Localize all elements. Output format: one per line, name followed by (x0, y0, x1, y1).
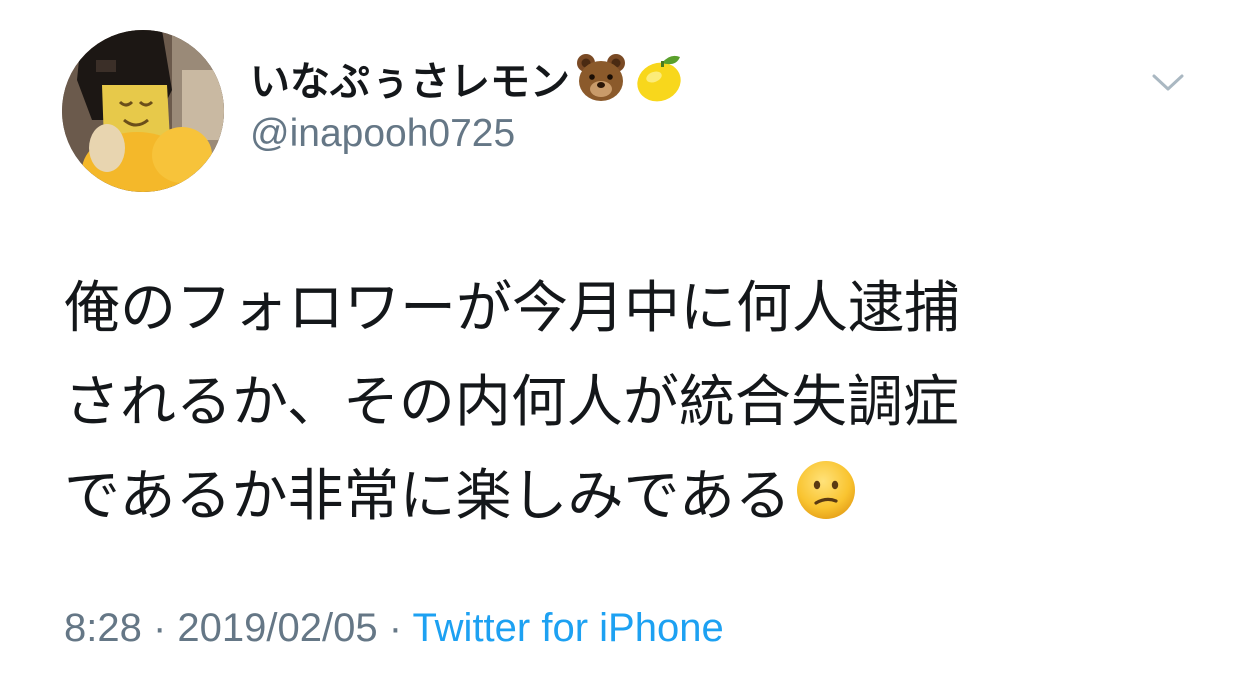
tweet-date[interactable]: 2019/02/05 (177, 606, 377, 650)
tweet-text-line: であるか非常に楽しみである (64, 464, 791, 529)
lemon-emoji (632, 51, 686, 105)
tweet-source-link[interactable]: Twitter for iPhone (412, 606, 723, 650)
tweet-text-line-last: であるか非常に楽しみである (64, 450, 1194, 544)
display-name-row[interactable]: いなぷぅさレモン (250, 46, 686, 110)
tweet-text-line: 俺のフォロワーが今月中に何人逮捕 (64, 276, 960, 341)
meta-separator: · (377, 606, 413, 650)
tweet-text: 俺のフォロワーが今月中に何人逮捕 されるか、その内何人が統合失調症 であるか非常… (64, 262, 1194, 544)
avatar[interactable] (62, 30, 224, 192)
chevron-down-icon[interactable] (1150, 70, 1186, 94)
tweet-time[interactable]: 8:28 (64, 606, 142, 650)
bear-face-emoji (574, 51, 628, 105)
tweet-meta: 8:28 · 2019/02/05 · Twitter for iPhone (64, 606, 724, 651)
tweet-card: いなぷぅさレモン @inapooh0725 俺のフォロワーが今月中に何人逮捕 さ… (0, 0, 1242, 681)
meta-separator: · (141, 606, 178, 650)
user-handle[interactable]: @inapooh0725 (250, 112, 515, 156)
confused-face-emoji (795, 456, 857, 519)
avatar-image (62, 30, 224, 192)
display-name[interactable]: いなぷぅさレモン (250, 49, 570, 107)
tweet-text-line: されるか、その内何人が統合失調症 (64, 370, 959, 435)
